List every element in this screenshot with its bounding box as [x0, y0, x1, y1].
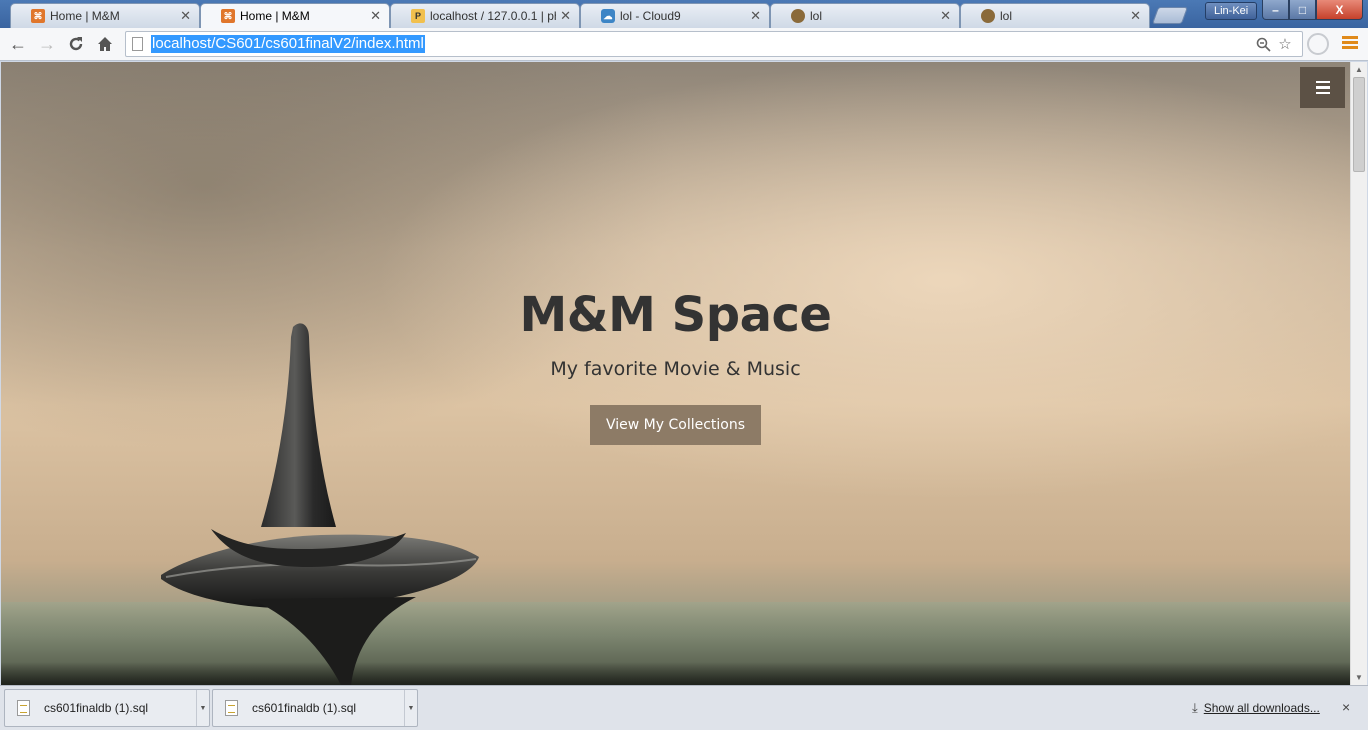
- lol-icon: [791, 9, 805, 23]
- page-title: M&M Space: [519, 287, 832, 343]
- zoom-icon[interactable]: [1254, 35, 1272, 53]
- chrome-menu-icon[interactable]: [1340, 34, 1360, 54]
- sql-file-icon: [17, 700, 30, 716]
- download-filename: cs601finaldb (1).sql: [44, 701, 149, 715]
- forward-arrow-icon[interactable]: →: [35, 32, 59, 56]
- show-all-downloads-link[interactable]: ⤓ Show all downloads...: [1192, 700, 1320, 716]
- download-shelf: cs601finaldb (1).sql ▼ cs601finaldb (1).…: [0, 685, 1368, 730]
- chevron-down-icon[interactable]: ▼: [404, 690, 417, 726]
- minimize-button[interactable]: –: [1262, 0, 1289, 20]
- tab-strip: ⌘ Home | M&M ✕ P localhost / 127.0.0.1 |…: [0, 0, 1368, 28]
- download-filename: cs601finaldb (1).sql: [252, 701, 357, 715]
- tab-title: Home | M&M: [50, 9, 120, 23]
- hero-section: M&M Space My favorite Movie & Music View…: [1, 287, 1350, 445]
- reload-icon[interactable]: [64, 32, 88, 56]
- home-icon[interactable]: [93, 32, 117, 56]
- url-text[interactable]: localhost/CS601/cs601finalV2/index.html: [151, 35, 425, 53]
- scroll-up-arrow-icon[interactable]: ▲: [1355, 65, 1363, 74]
- scroll-down-arrow-icon[interactable]: ▼: [1355, 673, 1363, 682]
- show-all-downloads-label[interactable]: Show all downloads...: [1204, 701, 1320, 715]
- cloud9-icon: ☁: [601, 9, 615, 23]
- new-tab-button[interactable]: [1151, 7, 1189, 24]
- close-icon[interactable]: ✕: [370, 8, 381, 24]
- tab-title: lol - Cloud9: [620, 9, 681, 23]
- page-icon: [132, 37, 143, 51]
- view-collections-button[interactable]: View My Collections: [589, 405, 762, 445]
- download-item[interactable]: cs601finaldb (1).sql ▼: [4, 689, 210, 727]
- close-icon[interactable]: ✕: [940, 8, 951, 24]
- tab-title: localhost / 127.0.0.1 | php: [430, 9, 557, 23]
- tab-home-mm-1[interactable]: ⌘ Home | M&M ✕: [10, 3, 200, 28]
- scrollbar-thumb[interactable]: [1353, 77, 1365, 172]
- address-bar[interactable]: localhost/CS601/cs601finalV2/index.html …: [125, 31, 1303, 57]
- hamburger-menu-button[interactable]: [1300, 67, 1345, 108]
- chevron-down-icon[interactable]: ▼: [196, 690, 209, 726]
- download-arrow-icon: ⤓: [1192, 700, 1198, 715]
- mm-logo-icon: ⌘: [221, 9, 235, 23]
- close-icon[interactable]: ×: [1342, 699, 1350, 715]
- page-viewport: M&M Space My favorite Movie & Music View…: [1, 62, 1350, 685]
- close-icon[interactable]: ✕: [750, 8, 761, 24]
- download-item[interactable]: cs601finaldb (1).sql ▼: [212, 689, 418, 727]
- mm-logo-icon: ⌘: [31, 9, 45, 23]
- page-subtitle: My favorite Movie & Music: [550, 358, 801, 380]
- close-icon[interactable]: ✕: [180, 8, 191, 24]
- lol-icon: [981, 9, 995, 23]
- back-arrow-icon[interactable]: ←: [6, 32, 30, 56]
- tab-phpmyadmin[interactable]: P localhost / 127.0.0.1 | php ✕: [390, 3, 580, 28]
- bookmark-star-icon[interactable]: ☆: [1276, 35, 1294, 53]
- tab-home-mm-active[interactable]: ⌘ Home | M&M ✕: [200, 3, 390, 28]
- phpmyadmin-icon: P: [411, 9, 425, 23]
- browser-toolbar: ← → localhost/CS601/cs601finalV2/index.h…: [0, 28, 1368, 61]
- profile-button[interactable]: Lin-Kei: [1205, 2, 1258, 20]
- vertical-scrollbar[interactable]: ▲ ▼: [1350, 62, 1367, 685]
- extension-icon[interactable]: [1307, 33, 1329, 55]
- window-close-button[interactable]: X: [1316, 0, 1363, 20]
- tab-title: Home | M&M: [240, 9, 310, 23]
- tab-lol-1[interactable]: lol ✕: [770, 3, 960, 28]
- tab-cloud9[interactable]: ☁ lol - Cloud9 ✕: [580, 3, 770, 28]
- close-icon[interactable]: ✕: [560, 8, 571, 24]
- maximize-button[interactable]: □: [1289, 0, 1316, 20]
- tab-lol-2[interactable]: lol ✕: [960, 3, 1150, 28]
- tab-title: lol: [810, 9, 823, 23]
- tab-title: lol: [1000, 9, 1013, 23]
- sql-file-icon: [225, 700, 238, 716]
- close-icon[interactable]: ✕: [1130, 8, 1141, 24]
